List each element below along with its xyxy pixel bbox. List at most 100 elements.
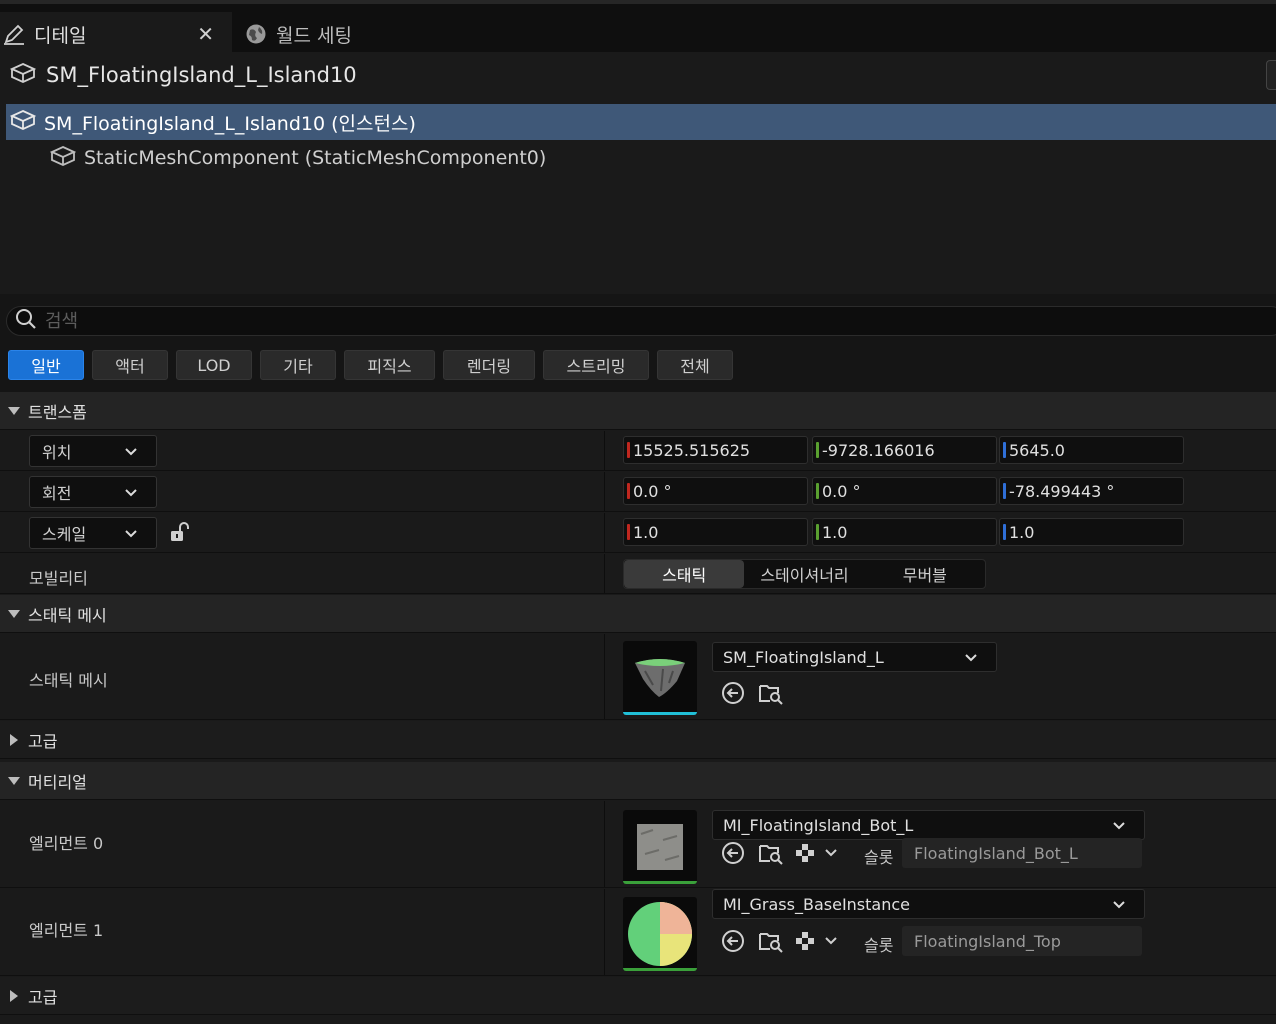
filter-streaming[interactable]: 스트리밍 xyxy=(543,350,649,380)
column-divider xyxy=(604,472,605,511)
mobility-movable-option[interactable]: 무버블 xyxy=(865,560,985,588)
filter-general[interactable]: 일반 xyxy=(8,350,84,380)
filter-bar: 일반 액터 LOD 기타 피직스 렌더링 스트리밍 전체 xyxy=(8,350,741,380)
column-divider xyxy=(604,431,605,470)
static-mesh-asset-name: SM_FloatingIsland_L xyxy=(723,647,884,667)
material-1-asset-name: MI_Grass_BaseInstance xyxy=(723,894,910,914)
category-title: 스태틱 메시 xyxy=(28,605,107,625)
category-transform[interactable]: 트랜스폼 xyxy=(0,392,1276,430)
scale-z-field[interactable]: 1.0 xyxy=(999,518,1184,546)
category-title: 고급 xyxy=(28,987,58,1007)
location-x-field[interactable]: 15525.515625 xyxy=(623,436,808,464)
chevron-down-icon xyxy=(964,650,978,669)
mobility-stationary-option[interactable]: 스테이셔너리 xyxy=(744,560,864,588)
location-y-field[interactable]: -9728.166016 xyxy=(812,436,997,464)
material-0-asset-name: MI_FloatingIsland_Bot_L xyxy=(723,815,914,835)
rotation-dropdown[interactable]: 회전 xyxy=(29,476,157,508)
tab-world-settings[interactable]: 월드 세팅 xyxy=(242,12,442,56)
tab-bar: 디테일 ✕ 월드 세팅 xyxy=(0,0,1276,56)
category-static-mesh[interactable]: 스태틱 메시 xyxy=(0,595,1276,633)
category-advanced-materials[interactable]: 고급 xyxy=(0,977,1276,1015)
tree-item-label: SM_FloatingIsland_L_Island10 (인스턴스) xyxy=(44,112,416,135)
chevron-down-icon xyxy=(124,485,138,504)
browse-asset-icon[interactable] xyxy=(756,926,786,956)
tab-world-settings-label: 월드 세팅 xyxy=(276,24,352,47)
property-row-rotation: 회전 0.0 ° 0.0 ° -78.499443 ° xyxy=(0,472,1276,512)
column-divider xyxy=(604,554,605,593)
location-dropdown[interactable]: 위치 xyxy=(29,435,157,467)
property-row-mobility: 모빌리티 스태틱 스테이셔너리 무버블 xyxy=(0,554,1276,594)
mesh-type-bar xyxy=(623,712,697,715)
component-tree: SM_FloatingIsland_L_Island10 (인스턴스) Stat… xyxy=(0,98,1276,294)
rotation-y-field[interactable]: 0.0 ° xyxy=(812,477,997,505)
tab-details[interactable]: 디테일 ✕ xyxy=(0,12,232,56)
material-0-actions xyxy=(718,838,848,868)
actor-header: SM_FloatingIsland_L_Island10 xyxy=(0,52,1276,98)
use-selected-asset-icon[interactable] xyxy=(718,678,748,708)
static-mesh-component-icon xyxy=(49,145,77,172)
chevron-down-icon xyxy=(124,444,138,463)
chevron-down-icon xyxy=(1112,897,1126,916)
material-0-asset-picker[interactable]: MI_FloatingIsland_Bot_L xyxy=(712,810,1145,840)
filter-lod[interactable]: LOD xyxy=(176,350,252,380)
material-1-asset-picker[interactable]: MI_Grass_BaseInstance xyxy=(712,889,1145,919)
filter-physics[interactable]: 피직스 xyxy=(344,350,435,380)
expand-arrow-icon xyxy=(0,406,28,416)
static-mesh-asset-picker[interactable]: SM_FloatingIsland_L xyxy=(712,642,997,672)
floating-island-mesh-icon xyxy=(635,659,685,697)
scale-x-field[interactable]: 1.0 xyxy=(623,518,808,546)
location-z-field[interactable]: 5645.0 xyxy=(999,436,1184,464)
chevron-down-icon xyxy=(1112,818,1126,837)
rotation-z-field[interactable]: -78.499443 ° xyxy=(999,477,1184,505)
mobility-label: 모빌리티 xyxy=(29,569,88,588)
search-bar xyxy=(6,306,1276,336)
location-label: 위치 xyxy=(42,443,72,462)
rotation-label: 회전 xyxy=(42,484,72,503)
header-side-button[interactable] xyxy=(1266,60,1276,90)
chevron-down-icon xyxy=(124,526,138,545)
category-title: 머티리얼 xyxy=(28,772,87,792)
material-0-slot-name[interactable]: FloatingIsland_Bot_L xyxy=(902,838,1142,868)
property-row-material-element-1: 엘리먼트 1 MI_Grass_BaseInstance 슬롯 Floating… xyxy=(0,889,1276,976)
category-advanced[interactable]: 고급 xyxy=(0,721,1276,759)
column-divider xyxy=(604,634,605,719)
pencil-icon xyxy=(0,20,28,48)
browse-asset-icon[interactable] xyxy=(756,678,786,708)
collapsed-arrow-icon xyxy=(0,989,28,1003)
category-title: 트랜스폼 xyxy=(28,402,87,422)
static-mesh-thumbnail[interactable] xyxy=(623,641,697,715)
scale-dropdown[interactable]: 스케일 xyxy=(29,517,157,549)
checker-dropdown-icon[interactable] xyxy=(794,838,840,868)
mobility-segmented-control: 스태틱 스테이셔너리 무버블 xyxy=(623,559,986,589)
material-1-thumbnail[interactable] xyxy=(623,897,697,971)
scale-y-field[interactable]: 1.0 xyxy=(812,518,997,546)
grass-material-sphere-icon xyxy=(628,902,692,966)
mobility-static-option[interactable]: 스태틱 xyxy=(624,560,745,588)
use-selected-asset-icon[interactable] xyxy=(718,838,748,868)
filter-actor[interactable]: 액터 xyxy=(92,350,168,380)
filter-all[interactable]: 전체 xyxy=(657,350,733,380)
filter-rendering[interactable]: 렌더링 xyxy=(443,350,535,380)
static-mesh-actor-icon xyxy=(9,109,37,136)
property-row-location: 위치 15525.515625 -9728.166016 5645.0 xyxy=(0,431,1276,471)
material-1-slot-name[interactable]: FloatingIsland_Top xyxy=(902,926,1142,956)
tab-details-label: 디테일 xyxy=(34,24,87,47)
property-row-scale: 스케일 1.0 1.0 1.0 xyxy=(0,513,1276,553)
material-0-thumbnail[interactable] xyxy=(623,810,697,884)
static-mesh-label: 스태틱 메시 xyxy=(29,671,108,690)
globe-icon xyxy=(242,20,270,48)
search-input[interactable] xyxy=(45,310,1045,332)
category-materials[interactable]: 머티리얼 xyxy=(0,762,1276,800)
use-selected-asset-icon[interactable] xyxy=(718,926,748,956)
unlock-icon[interactable] xyxy=(168,521,190,547)
tree-item-instance[interactable]: SM_FloatingIsland_L_Island10 (인스턴스) xyxy=(6,104,1276,140)
column-divider xyxy=(604,889,605,975)
browse-asset-icon[interactable] xyxy=(756,838,786,868)
expand-arrow-icon xyxy=(0,609,28,619)
close-icon[interactable]: ✕ xyxy=(197,22,214,46)
column-divider xyxy=(604,513,605,552)
checker-dropdown-icon[interactable] xyxy=(794,926,840,956)
rotation-x-field[interactable]: 0.0 ° xyxy=(623,477,808,505)
tree-item-static-mesh-component[interactable]: StaticMeshComponent (StaticMeshComponent… xyxy=(6,140,1276,176)
filter-misc[interactable]: 기타 xyxy=(260,350,336,380)
